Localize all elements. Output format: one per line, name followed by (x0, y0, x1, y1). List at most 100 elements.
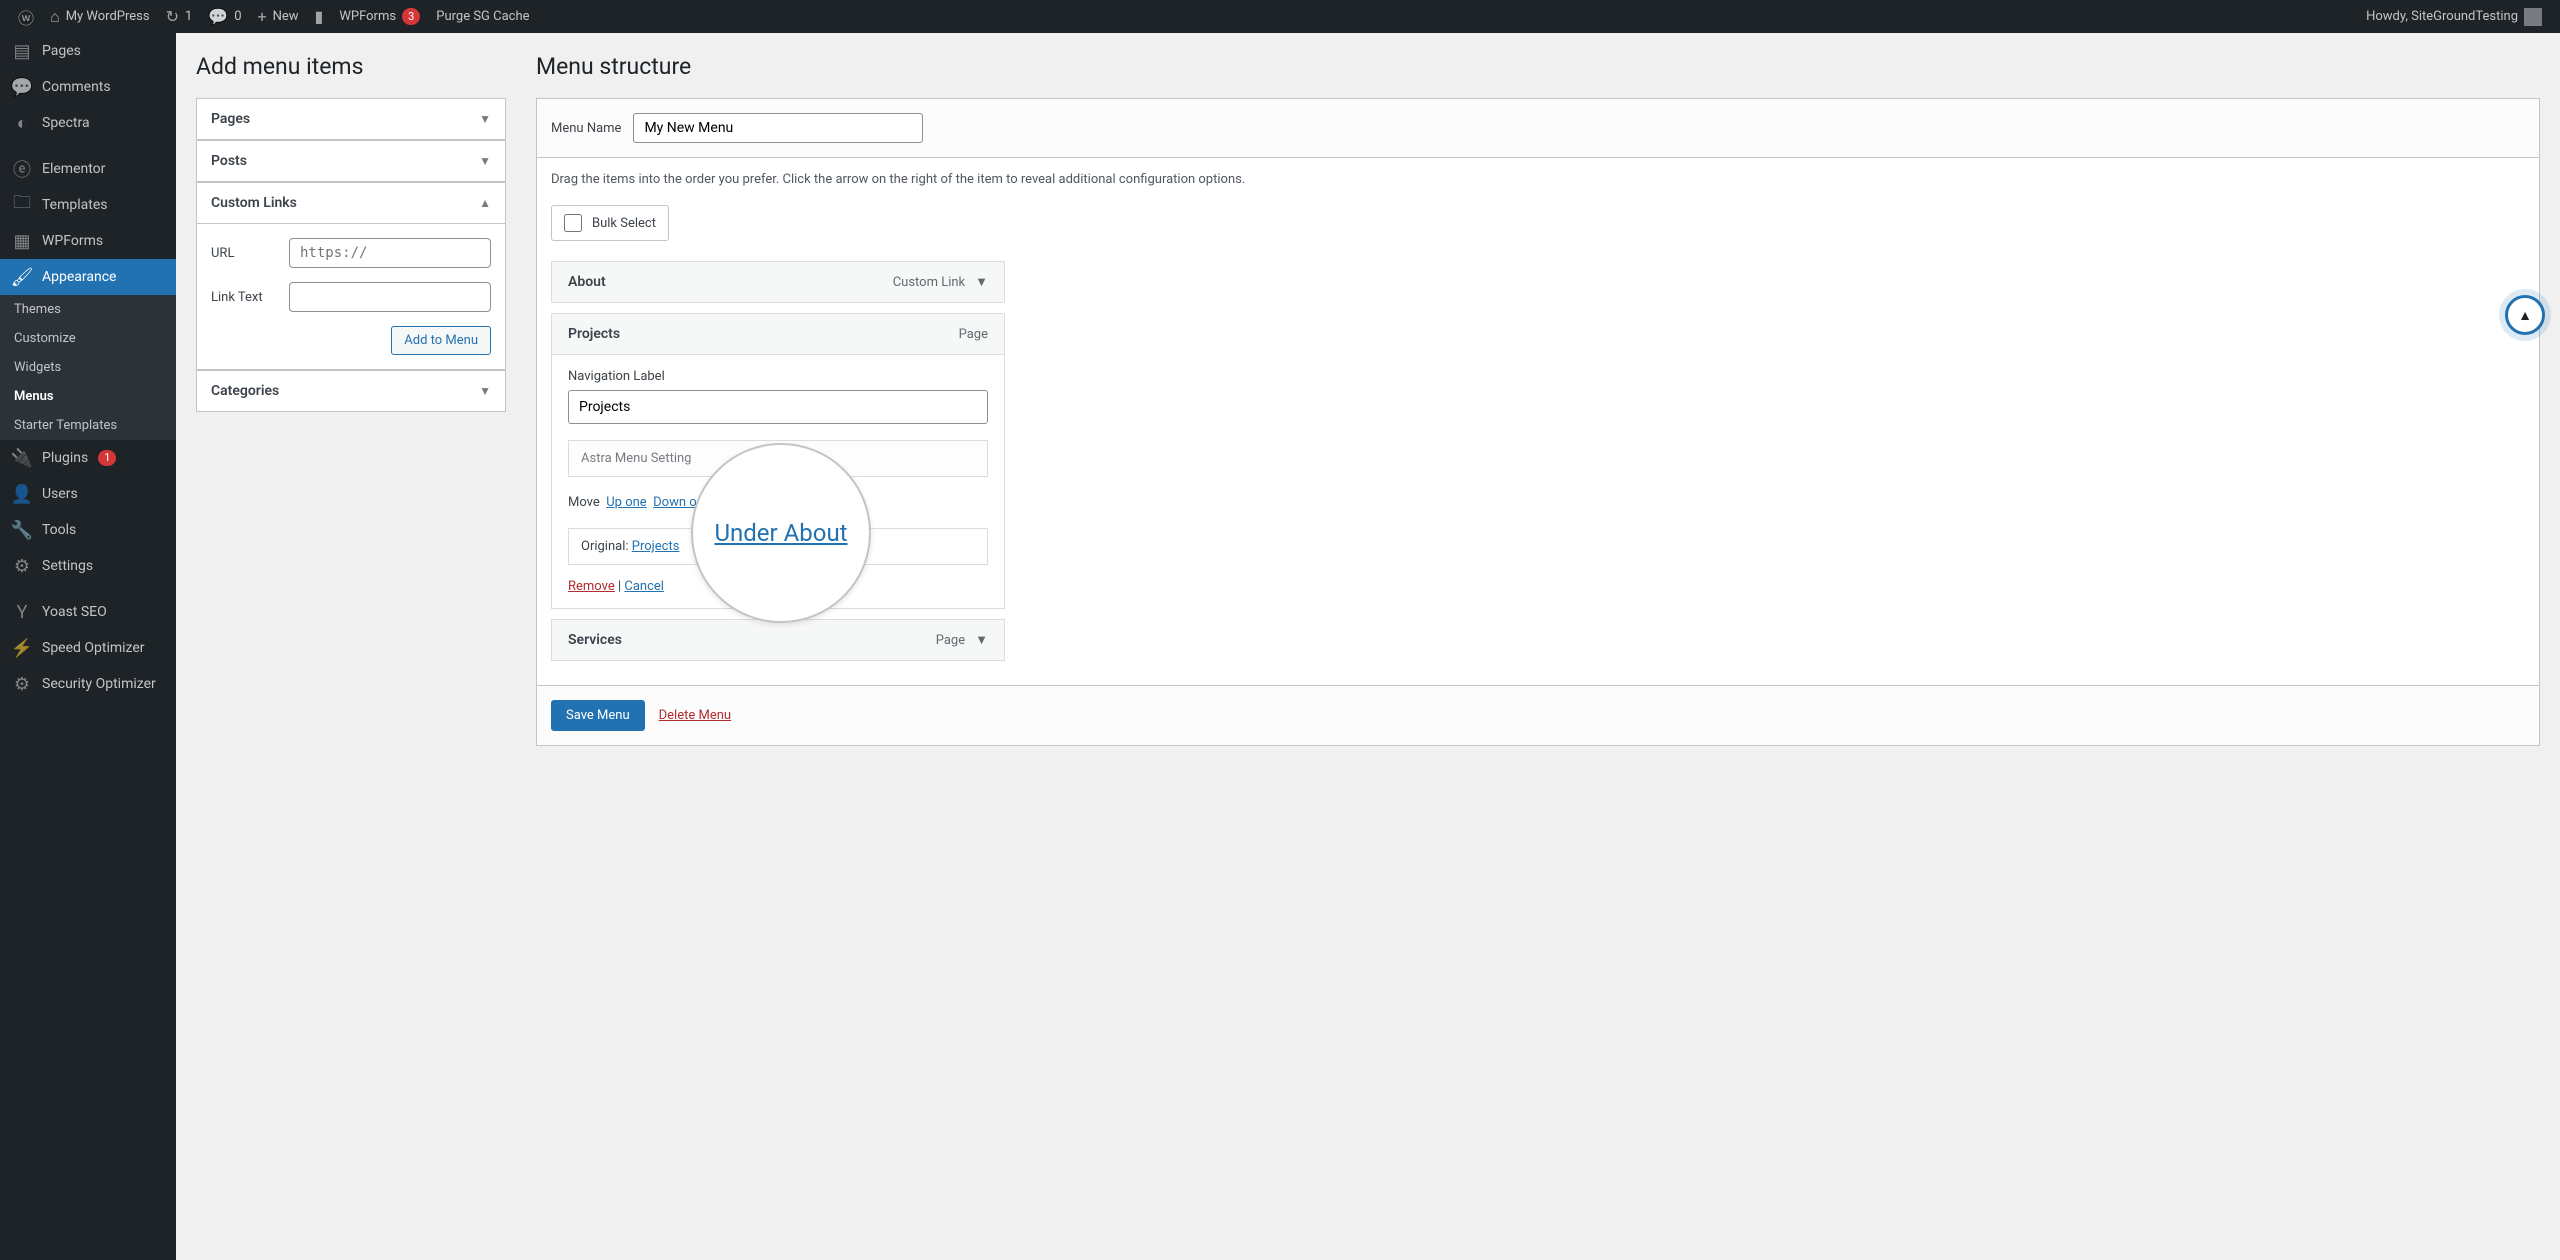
chevron-down-icon: ▼ (479, 384, 491, 398)
sidebar-item-security-optimizer[interactable]: ⚙ Security Optimizer (0, 666, 176, 702)
wp-logo[interactable]: ⓦ (10, 0, 42, 33)
remove-link[interactable]: Remove (568, 579, 615, 594)
speed-icon: ⚡ (12, 638, 32, 658)
site-name[interactable]: ⌂ My WordPress (42, 0, 158, 33)
nav-label-input[interactable] (568, 390, 988, 424)
original-link[interactable]: Projects (632, 539, 680, 554)
accordion-posts[interactable]: Posts▼ (197, 141, 505, 182)
yoast-bar[interactable]: ▮ (307, 0, 332, 33)
wpforms-badge: 3 (402, 8, 420, 25)
submenu-starter-templates[interactable]: Starter Templates (0, 411, 176, 440)
chevron-down-icon: ▼ (479, 112, 491, 126)
site-name-label: My WordPress (66, 9, 150, 24)
sidebar-item-wpforms[interactable]: ▦ WPForms (0, 223, 176, 259)
chevron-up-icon: ▲ (479, 196, 491, 210)
sidebar-item-speed-optimizer[interactable]: ⚡Speed Optimizer (0, 630, 176, 666)
sidebar-item-pages[interactable]: ▤Pages (0, 33, 176, 69)
sidebar-item-settings[interactable]: ⚙ Settings (0, 548, 176, 584)
sidebar-item-tools[interactable]: 🔧 Tools (0, 512, 176, 548)
sidebar-item-elementor[interactable]: ⓔElementor (0, 151, 176, 187)
chevron-down-icon: ▼ (975, 632, 988, 648)
annotation-collapse-callout: ▲ (2505, 295, 2545, 335)
submenu-menus[interactable]: Menus (0, 382, 176, 411)
submenu-customize[interactable]: Customize (0, 324, 176, 353)
sidebar-label: Elementor (42, 161, 105, 177)
wrench-icon: 🔧 (12, 520, 32, 540)
comments-bubble[interactable]: 💬0 (200, 0, 249, 33)
magnifier-text: Under About (714, 519, 847, 547)
acc-title: Posts (211, 153, 247, 169)
yoast-icon: ▮ (315, 7, 324, 26)
settings-icon: ⚙ (12, 556, 32, 576)
purge-cache[interactable]: Purge SG Cache (428, 0, 537, 33)
comment-icon: 💬 (208, 7, 228, 26)
plug-icon: 🔌 (12, 448, 32, 468)
link-text-input[interactable] (289, 282, 491, 312)
sidebar-item-appearance[interactable]: 🖌Appearance (0, 259, 176, 295)
sidebar-item-comments[interactable]: 💬 Comments (0, 69, 176, 105)
add-to-menu-button[interactable]: Add to Menu (391, 326, 491, 355)
submenu-themes[interactable]: Themes (0, 295, 176, 324)
comment-icon: 💬 (12, 77, 32, 97)
sidebar-item-spectra[interactable]: ◐Spectra (0, 105, 176, 141)
howdy-account[interactable]: Howdy, SiteGroundTesting (2358, 0, 2550, 33)
acc-title: Pages (211, 111, 250, 127)
bulk-select-label: Bulk Select (592, 216, 656, 231)
bulk-select-checkbox[interactable] (564, 214, 582, 232)
bulk-select[interactable]: Bulk Select (551, 205, 669, 241)
pages-icon: ▤ (12, 41, 32, 61)
chevron-down-icon: ▼ (975, 274, 988, 290)
wpforms-bar[interactable]: WPForms 3 (331, 0, 428, 33)
updates[interactable]: ↻1 (158, 0, 201, 33)
admin-sidebar: ▤Pages 💬 Comments ◐Spectra ⓔElementor 🗀 Te… (0, 33, 176, 1260)
avatar-icon (2524, 8, 2542, 26)
home-icon: ⌂ (50, 7, 60, 27)
save-menu-button[interactable]: Save Menu (551, 700, 645, 731)
sidebar-label: Comments (42, 79, 111, 95)
comments-count: 0 (234, 9, 241, 24)
nav-label-label: Navigation Label (568, 369, 988, 384)
menu-structure-heading: Menu structure (536, 53, 2540, 80)
move-up-one[interactable]: Up one (606, 495, 646, 510)
sidebar-label: WPForms (42, 233, 103, 249)
menu-item-projects-head[interactable]: Projects Page (552, 314, 1004, 355)
accordion-pages[interactable]: Pages ▼ (197, 99, 505, 140)
chevron-up-icon: ▲ (2518, 307, 2532, 324)
menu-item-about[interactable]: AboutCustom Link▼ (551, 261, 1005, 303)
shield-icon: ⚙ (12, 674, 32, 694)
sidebar-label: Yoast SEO (42, 604, 107, 620)
submenu-widgets[interactable]: Widgets (0, 353, 176, 382)
spectra-icon: ◐ (12, 113, 32, 133)
refresh-icon: ↻ (166, 7, 179, 26)
delete-menu-link[interactable]: Delete Menu (659, 708, 731, 723)
cancel-link[interactable]: Cancel (624, 579, 664, 594)
sidebar-label: Tools (42, 522, 76, 538)
sidebar-item-users[interactable]: 👤Users (0, 476, 176, 512)
sidebar-label: Security Optimizer (42, 676, 156, 692)
mi-type-label: Page (936, 633, 965, 648)
wpforms-label: WPForms (339, 9, 396, 24)
url-input[interactable] (289, 238, 491, 268)
form-icon: ▦ (12, 231, 32, 251)
menu-item-services[interactable]: ServicesPage▼ (551, 619, 1005, 661)
sidebar-item-yoast[interactable]: Y Yoast SEO (0, 594, 176, 630)
folder-icon: 🗀 (12, 195, 32, 215)
url-label: URL (211, 246, 289, 261)
plus-icon: + (258, 7, 267, 26)
menu-name-input[interactable] (633, 113, 923, 143)
accordion-categories[interactable]: Categories▼ (197, 371, 505, 411)
accordion-custom-links[interactable]: Custom Links ▲ (197, 183, 505, 224)
link-text-label: Link Text (211, 290, 289, 305)
brush-icon: 🖌 (12, 267, 32, 287)
sidebar-label: Templates (42, 197, 108, 213)
sidebar-item-templates[interactable]: 🗀 Templates (0, 187, 176, 223)
mi-type-label: Page (959, 327, 988, 342)
drag-instructions: Drag the items into the order you prefer… (551, 172, 2525, 187)
sidebar-label: Settings (42, 558, 93, 574)
original-label: Original: (581, 539, 629, 554)
sidebar-item-plugins[interactable]: 🔌Plugins1 (0, 440, 176, 476)
yoast-icon: Y (12, 602, 32, 622)
mi-title: Projects (568, 326, 620, 342)
acc-title: Custom Links (211, 195, 297, 211)
new-content[interactable]: +New (250, 0, 307, 33)
